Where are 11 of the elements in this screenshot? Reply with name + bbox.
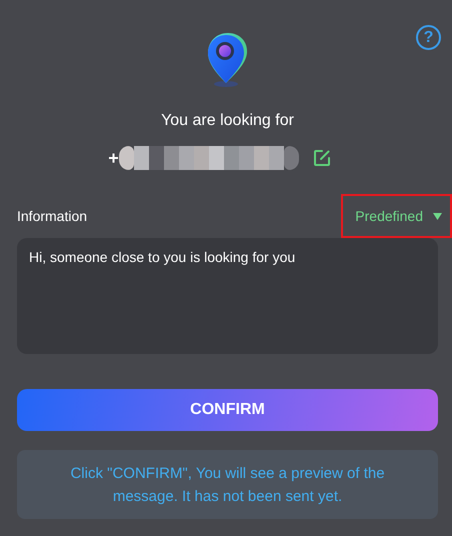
predefined-dropdown[interactable]: Predefined bbox=[341, 194, 452, 238]
confirm-button[interactable]: CONFIRM bbox=[17, 389, 438, 431]
information-label: Information bbox=[17, 208, 88, 224]
title-text: You are looking for bbox=[161, 112, 294, 130]
location-pin-icon bbox=[206, 31, 250, 89]
help-button[interactable]: ? bbox=[416, 25, 441, 50]
message-field[interactable]: Hi, someone close to you is looking for you bbox=[17, 238, 438, 354]
edit-icon[interactable] bbox=[312, 149, 331, 167]
phone-prefix: + bbox=[108, 148, 119, 168]
caret-icon bbox=[433, 212, 442, 220]
preview-note: Click "CONFIRM", You will see a preview of the message. It has not been sent yet. bbox=[17, 450, 438, 519]
